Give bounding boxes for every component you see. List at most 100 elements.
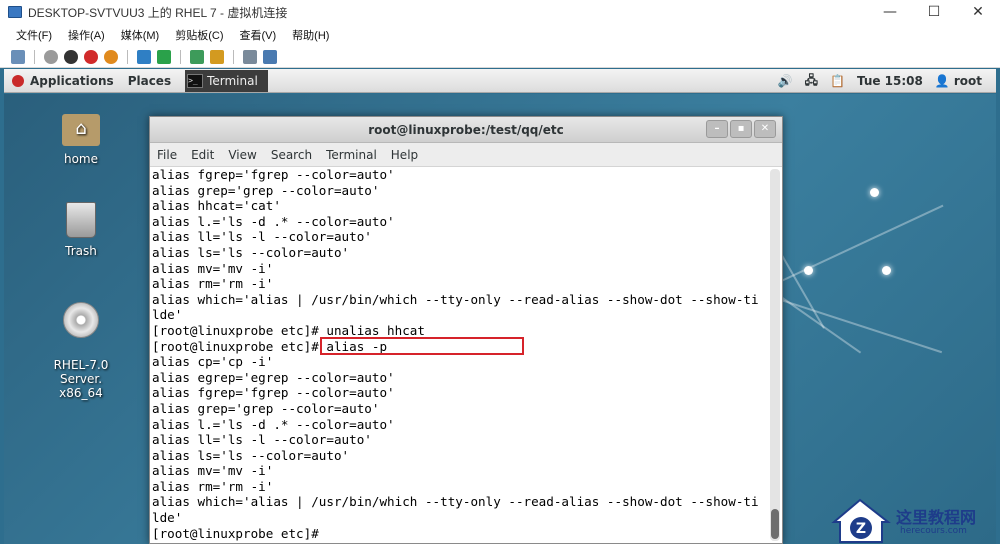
watermark: Z 这里教程网 herecours.com [830, 490, 1000, 544]
terminal-menu-view[interactable]: View [221, 148, 263, 162]
maximize-button[interactable]: ☐ [912, 0, 956, 24]
places-menu[interactable]: Places [128, 74, 171, 88]
terminal-line: alias ll='ls -l --color=auto' [152, 229, 372, 245]
host-titlebar: DESKTOP-SVTVUU3 上的 RHEL 7 - 虚拟机连接 — ☐ ✕ [0, 0, 1000, 24]
terminal-line: alias ls='ls --color=auto' [152, 447, 350, 463]
terminal-title: root@linuxprobe:/test/qq/etc [368, 122, 564, 137]
toolbar-divider [180, 49, 181, 64]
desktop-icon-home[interactable]: home [36, 114, 126, 166]
wallpaper-dot [870, 188, 879, 197]
terminal-line: alias which='alias | /usr/bin/which --tt… [152, 494, 759, 510]
volume-icon[interactable]: 🔊 [778, 74, 793, 88]
enhanced-session-icon[interactable] [243, 49, 257, 64]
taskbar-terminal[interactable]: >_ Terminal [185, 69, 268, 92]
terminal-line: alias ll='ls -l --color=auto' [152, 432, 372, 448]
host-menubar: 文件(F) 操作(A) 媒体(M) 剪贴板(C) 查看(V) 帮助(H) [0, 24, 1000, 46]
terminal-line: alias egrep='egrep --color=auto' [152, 369, 395, 385]
watermark-url: herecours.com [900, 526, 967, 536]
terminal-line: alias l.='ls -d .* --color=auto' [152, 416, 395, 432]
clipboard-icon[interactable]: 📋 [830, 74, 845, 88]
menu-media[interactable]: 媒体(M) [113, 27, 168, 43]
vm-connection-icon [8, 6, 22, 18]
menu-view[interactable]: 查看(V) [232, 27, 285, 43]
minimize-button[interactable]: — [868, 0, 912, 24]
clock[interactable]: Tue 15:08 [857, 74, 923, 88]
turn-off-icon[interactable] [64, 49, 78, 64]
watermark-text: 这里教程网 [896, 508, 977, 527]
terminal-line: alias grep='grep --color=auto' [152, 400, 380, 416]
gnome-top-bar: Applications Places >_ Terminal 🔊 🖧 📋 Tu… [4, 69, 996, 93]
terminal-scrollbar[interactable] [770, 169, 780, 541]
pause-icon[interactable] [137, 49, 151, 64]
terminal-line: alias rm='rm -i' [152, 478, 274, 494]
close-button[interactable]: ✕ [956, 0, 1000, 24]
terminal-menu-help[interactable]: Help [384, 148, 425, 162]
status-area: 🔊 🖧 📋 Tue 15:08 👤 root [766, 69, 982, 93]
terminal-menubar: File Edit View Search Terminal Help [150, 143, 782, 167]
menu-file[interactable]: 文件(F) [0, 27, 60, 43]
terminal-menu-search[interactable]: Search [264, 148, 319, 162]
terminal-menu-edit[interactable]: Edit [184, 148, 221, 162]
terminal-line: [root@linuxprobe etc]# unalias hhcat [152, 322, 425, 338]
terminal-menu-file[interactable]: File [150, 148, 184, 162]
applications-menu[interactable]: Applications [30, 74, 114, 88]
desktop-icon-dvd[interactable]: RHEL-7.0 Server. x86_64 [36, 288, 126, 414]
share-icon[interactable] [263, 49, 277, 64]
menu-action[interactable]: 操作(A) [60, 27, 113, 43]
terminal-window[interactable]: root@linuxprobe:/test/qq/etc – ▪ ✕ File … [149, 116, 783, 544]
toolbar-divider [34, 49, 35, 64]
terminal-line: alias cp='cp -i' [152, 354, 274, 370]
terminal-line: alias which='alias | /usr/bin/which --tt… [152, 291, 759, 307]
terminal-line: alias fgrep='fgrep --color=auto' [152, 167, 395, 182]
user-menu[interactable]: root [954, 74, 982, 88]
start-icon[interactable] [44, 49, 58, 64]
network-icon[interactable]: 🖧 [805, 71, 818, 92]
revert-icon[interactable] [210, 49, 224, 64]
terminal-line: alias hhcat='cat' [152, 198, 281, 214]
menu-help[interactable]: 帮助(H) [284, 27, 337, 43]
terminal-line: [root@linuxprobe etc]# alias -p [152, 338, 388, 354]
wallpaper-dot [882, 266, 891, 275]
host-window-title: DESKTOP-SVTVUU3 上的 RHEL 7 - 虚拟机连接 [28, 5, 288, 20]
folder-icon [62, 114, 100, 146]
terminal-line: alias ls='ls --color=auto' [152, 244, 350, 260]
gnome-foot-icon [12, 74, 24, 87]
terminal-line: alias fgrep='fgrep --color=auto' [152, 385, 395, 401]
terminal-line: alias grep='grep --color=auto' [152, 182, 380, 198]
toolbar-divider [233, 49, 234, 64]
desktop-icon-trash[interactable]: Trash [36, 202, 126, 258]
watermark-logo-icon: Z [831, 498, 891, 543]
svg-text:Z: Z [856, 521, 866, 537]
terminal-line: lde' [152, 510, 183, 526]
terminal-line: alias mv='mv -i' [152, 463, 274, 479]
host-toolbar [0, 46, 1000, 68]
terminal-line: alias mv='mv -i' [152, 260, 274, 276]
terminal-line: alias rm='rm -i' [152, 276, 274, 292]
host-window-controls: — ☐ ✕ [868, 0, 1000, 24]
resume-icon[interactable] [157, 49, 171, 64]
taskbar-terminal-label: Terminal [207, 73, 258, 88]
checkpoint-icon[interactable] [190, 49, 204, 64]
menu-clipboard[interactable]: 剪贴板(C) [167, 27, 231, 43]
user-icon[interactable]: 👤 [935, 74, 950, 88]
terminal-icon: >_ [187, 73, 204, 88]
terminal-line: alias l.='ls -d .* --color=auto' [152, 213, 395, 229]
dvd-icon [63, 302, 99, 338]
terminal-minimize-button[interactable]: – [706, 120, 728, 138]
ctrl-alt-del-icon[interactable] [11, 49, 25, 64]
desktop-icon-label: home [63, 152, 99, 166]
toolbar-divider [127, 49, 128, 64]
save-state-icon[interactable] [104, 49, 118, 64]
scrollbar-thumb[interactable] [771, 509, 779, 539]
shut-down-icon[interactable] [84, 49, 98, 64]
terminal-titlebar[interactable]: root@linuxprobe:/test/qq/etc – ▪ ✕ [150, 117, 782, 143]
terminal-window-controls: – ▪ ✕ [704, 120, 776, 138]
terminal-output[interactable]: alias fgrep='fgrep --color=auto' alias gr… [150, 167, 770, 543]
desktop-icon-label: RHEL-7.0 Server. x86_64 [53, 358, 109, 400]
terminal-line: [root@linuxprobe etc]# [152, 525, 327, 541]
desktop-icon-label: Trash [65, 244, 97, 258]
wallpaper-dot [804, 266, 813, 275]
terminal-close-button[interactable]: ✕ [754, 120, 776, 138]
terminal-menu-terminal[interactable]: Terminal [319, 148, 384, 162]
terminal-maximize-button[interactable]: ▪ [730, 120, 752, 138]
